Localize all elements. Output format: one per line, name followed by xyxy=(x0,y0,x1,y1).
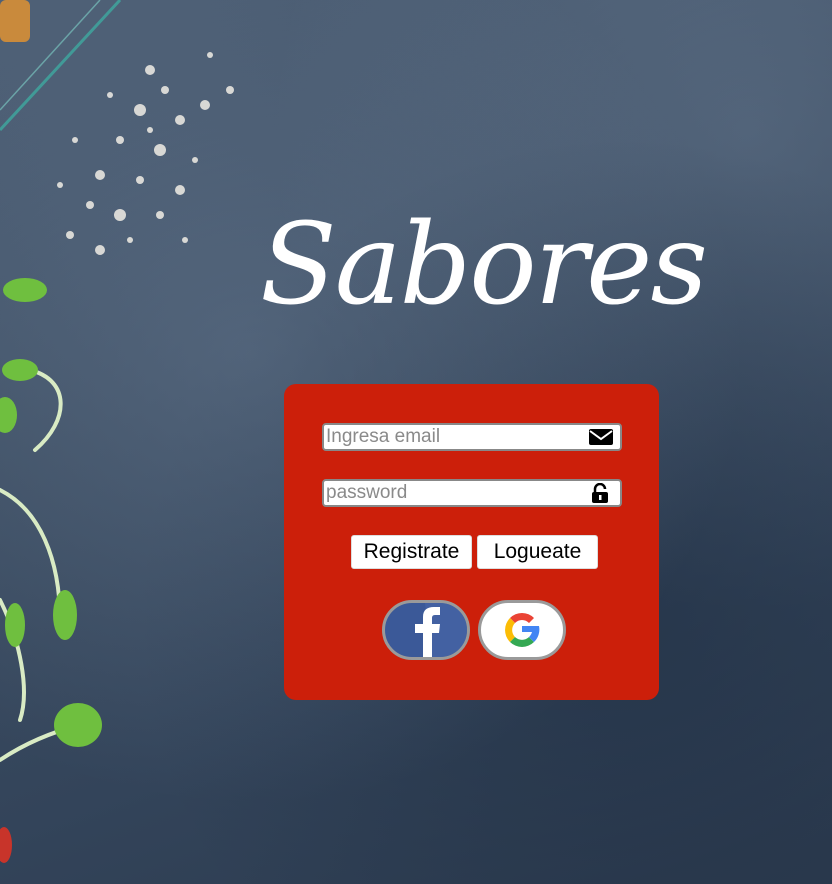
email-field xyxy=(322,423,622,451)
google-login-button[interactable] xyxy=(478,600,566,660)
email-input[interactable] xyxy=(324,425,586,449)
login-button[interactable]: Logueate xyxy=(477,535,598,569)
google-icon xyxy=(505,613,540,647)
envelope-icon xyxy=(589,429,613,445)
login-card: Registrate Logueate xyxy=(284,384,659,700)
facebook-icon xyxy=(415,603,467,657)
logo-text: Sabores xyxy=(260,200,708,330)
register-button[interactable]: Registrate xyxy=(351,535,472,569)
app-logo: Sabores xyxy=(260,190,708,365)
facebook-login-button[interactable] xyxy=(382,600,470,660)
password-input[interactable] xyxy=(324,481,586,505)
password-field xyxy=(322,479,622,507)
unlock-icon xyxy=(592,483,608,503)
